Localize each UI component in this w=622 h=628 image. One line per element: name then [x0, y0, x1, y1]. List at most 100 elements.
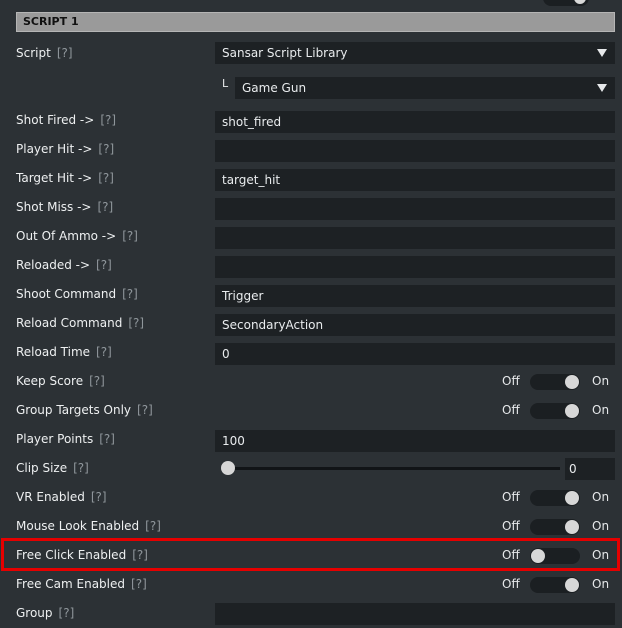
help-icon[interactable]: [?]	[145, 519, 161, 533]
help-icon[interactable]: [?]	[98, 171, 114, 185]
label-text: Shot Miss ->	[16, 200, 92, 214]
reloaded-input[interactable]	[215, 256, 615, 278]
help-icon[interactable]: [?]	[96, 345, 112, 359]
help-icon[interactable]: [?]	[128, 316, 144, 330]
reload-command-input[interactable]: SecondaryAction	[215, 314, 615, 336]
label-text: Group Targets Only	[16, 403, 132, 417]
group-label: Group [?]	[16, 606, 74, 620]
help-icon[interactable]: [?]	[100, 113, 116, 127]
sub-indent-marker: L	[222, 77, 229, 90]
toggle-track[interactable]	[530, 548, 580, 564]
toggle-on-label: On	[592, 374, 610, 388]
select-value: Sansar Script Library	[222, 46, 348, 60]
reload-time-label: Reload Time [?]	[16, 345, 112, 359]
shoot-command-input[interactable]: Trigger	[215, 285, 615, 307]
help-icon[interactable]: [?]	[122, 287, 138, 301]
toggle-knob	[574, 0, 586, 4]
label-text: Target Hit ->	[16, 171, 93, 185]
mouse-look-enabled-label: Mouse Look Enabled [?]	[16, 519, 161, 533]
clip-size-slider-track[interactable]	[226, 467, 560, 470]
free-click-enabled-label: Free Click Enabled [?]	[16, 548, 148, 562]
shot-fired-input[interactable]: shot_fired	[215, 111, 615, 133]
reloaded-label: Reloaded -> [?]	[16, 258, 112, 272]
help-icon[interactable]: [?]	[96, 258, 112, 272]
label-text: Shoot Command	[16, 287, 117, 301]
help-icon[interactable]: [?]	[122, 229, 138, 243]
toggle-knob	[565, 404, 579, 418]
label-text: Clip Size	[16, 461, 68, 475]
toggle-on-label: On	[592, 519, 610, 533]
help-icon[interactable]: [?]	[131, 577, 147, 591]
label-text: VR Enabled	[16, 490, 85, 504]
keep-score-toggle[interactable]: Off On	[502, 372, 615, 392]
clip-size-label: Clip Size [?]	[16, 461, 89, 475]
mouse-look-enabled-toggle[interactable]: Off On	[502, 517, 615, 537]
out-of-ammo-label: Out Of Ammo -> [?]	[16, 229, 138, 243]
label-text: Group	[16, 606, 53, 620]
help-icon[interactable]: [?]	[132, 548, 148, 562]
toggle-track[interactable]	[530, 577, 580, 593]
reload-time-input[interactable]: 0	[215, 343, 615, 365]
toggle-on-label: On	[592, 490, 610, 504]
shot-fired-label: Shot Fired -> [?]	[16, 113, 116, 127]
vr-enabled-label: VR Enabled [?]	[16, 490, 107, 504]
label-text: Reloaded ->	[16, 258, 91, 272]
toggle-track[interactable]	[530, 374, 580, 390]
target-hit-label: Target Hit -> [?]	[16, 171, 114, 185]
toggle-knob	[565, 375, 579, 389]
toggle-off-label: Off	[502, 490, 520, 504]
toggle-off-label: Off	[502, 403, 520, 417]
out-of-ammo-input[interactable]	[215, 227, 615, 249]
label-text: Reload Command	[16, 316, 123, 330]
help-icon[interactable]: [?]	[91, 490, 107, 504]
label-text: Out Of Ammo ->	[16, 229, 117, 243]
clip-size-value-input[interactable]: 0	[565, 458, 615, 480]
player-points-label: Player Points [?]	[16, 432, 115, 446]
toggle-off-label: Off	[502, 374, 520, 388]
top-edge	[0, 0, 622, 8]
help-icon[interactable]: [?]	[89, 374, 105, 388]
help-icon[interactable]: [?]	[97, 200, 113, 214]
help-icon[interactable]: [?]	[98, 142, 114, 156]
dropdown-caret-icon	[597, 49, 607, 57]
partial-toggle[interactable]	[543, 0, 589, 6]
toggle-track[interactable]	[530, 403, 580, 419]
free-cam-enabled-toggle[interactable]: Off On	[502, 575, 615, 595]
toggle-track[interactable]	[530, 519, 580, 535]
label-text: Shot Fired ->	[16, 113, 95, 127]
dropdown-caret-icon	[597, 84, 607, 92]
help-icon[interactable]: [?]	[59, 606, 75, 620]
keep-score-label: Keep Score [?]	[16, 374, 105, 388]
help-icon[interactable]: [?]	[137, 403, 153, 417]
toggle-knob	[531, 549, 545, 563]
shot-miss-input[interactable]	[215, 198, 615, 220]
label-text: Reload Time	[16, 345, 91, 359]
clip-size-slider-handle[interactable]	[221, 461, 235, 475]
select-value: Game Gun	[242, 81, 307, 95]
label-text: Player Hit ->	[16, 142, 93, 156]
help-icon[interactable]: [?]	[57, 46, 73, 60]
toggle-off-label: Off	[502, 548, 520, 562]
reload-command-label: Reload Command [?]	[16, 316, 144, 330]
free-click-enabled-toggle[interactable]: Off On	[502, 546, 615, 566]
toggle-off-label: Off	[502, 577, 520, 591]
group-targets-only-toggle[interactable]: Off On	[502, 401, 615, 421]
player-points-input[interactable]: 100	[215, 430, 615, 452]
player-hit-label: Player Hit -> [?]	[16, 142, 114, 156]
toggle-on-label: On	[592, 403, 610, 417]
help-icon[interactable]: [?]	[99, 432, 115, 446]
toggle-knob	[565, 491, 579, 505]
toggle-knob	[565, 578, 579, 592]
vr-enabled-toggle[interactable]: Off On	[502, 488, 615, 508]
target-hit-input[interactable]: target_hit	[215, 169, 615, 191]
player-hit-input[interactable]	[215, 140, 615, 162]
shot-miss-label: Shot Miss -> [?]	[16, 200, 113, 214]
free-cam-enabled-label: Free Cam Enabled [?]	[16, 577, 147, 591]
group-input[interactable]	[215, 603, 615, 625]
help-icon[interactable]: [?]	[73, 461, 89, 475]
script-library-select[interactable]: Game Gun	[235, 77, 615, 99]
toggle-track[interactable]	[530, 490, 580, 506]
toggle-off-label: Off	[502, 519, 520, 533]
label-text: Mouse Look Enabled	[16, 519, 140, 533]
script-select[interactable]: Sansar Script Library	[215, 42, 615, 64]
